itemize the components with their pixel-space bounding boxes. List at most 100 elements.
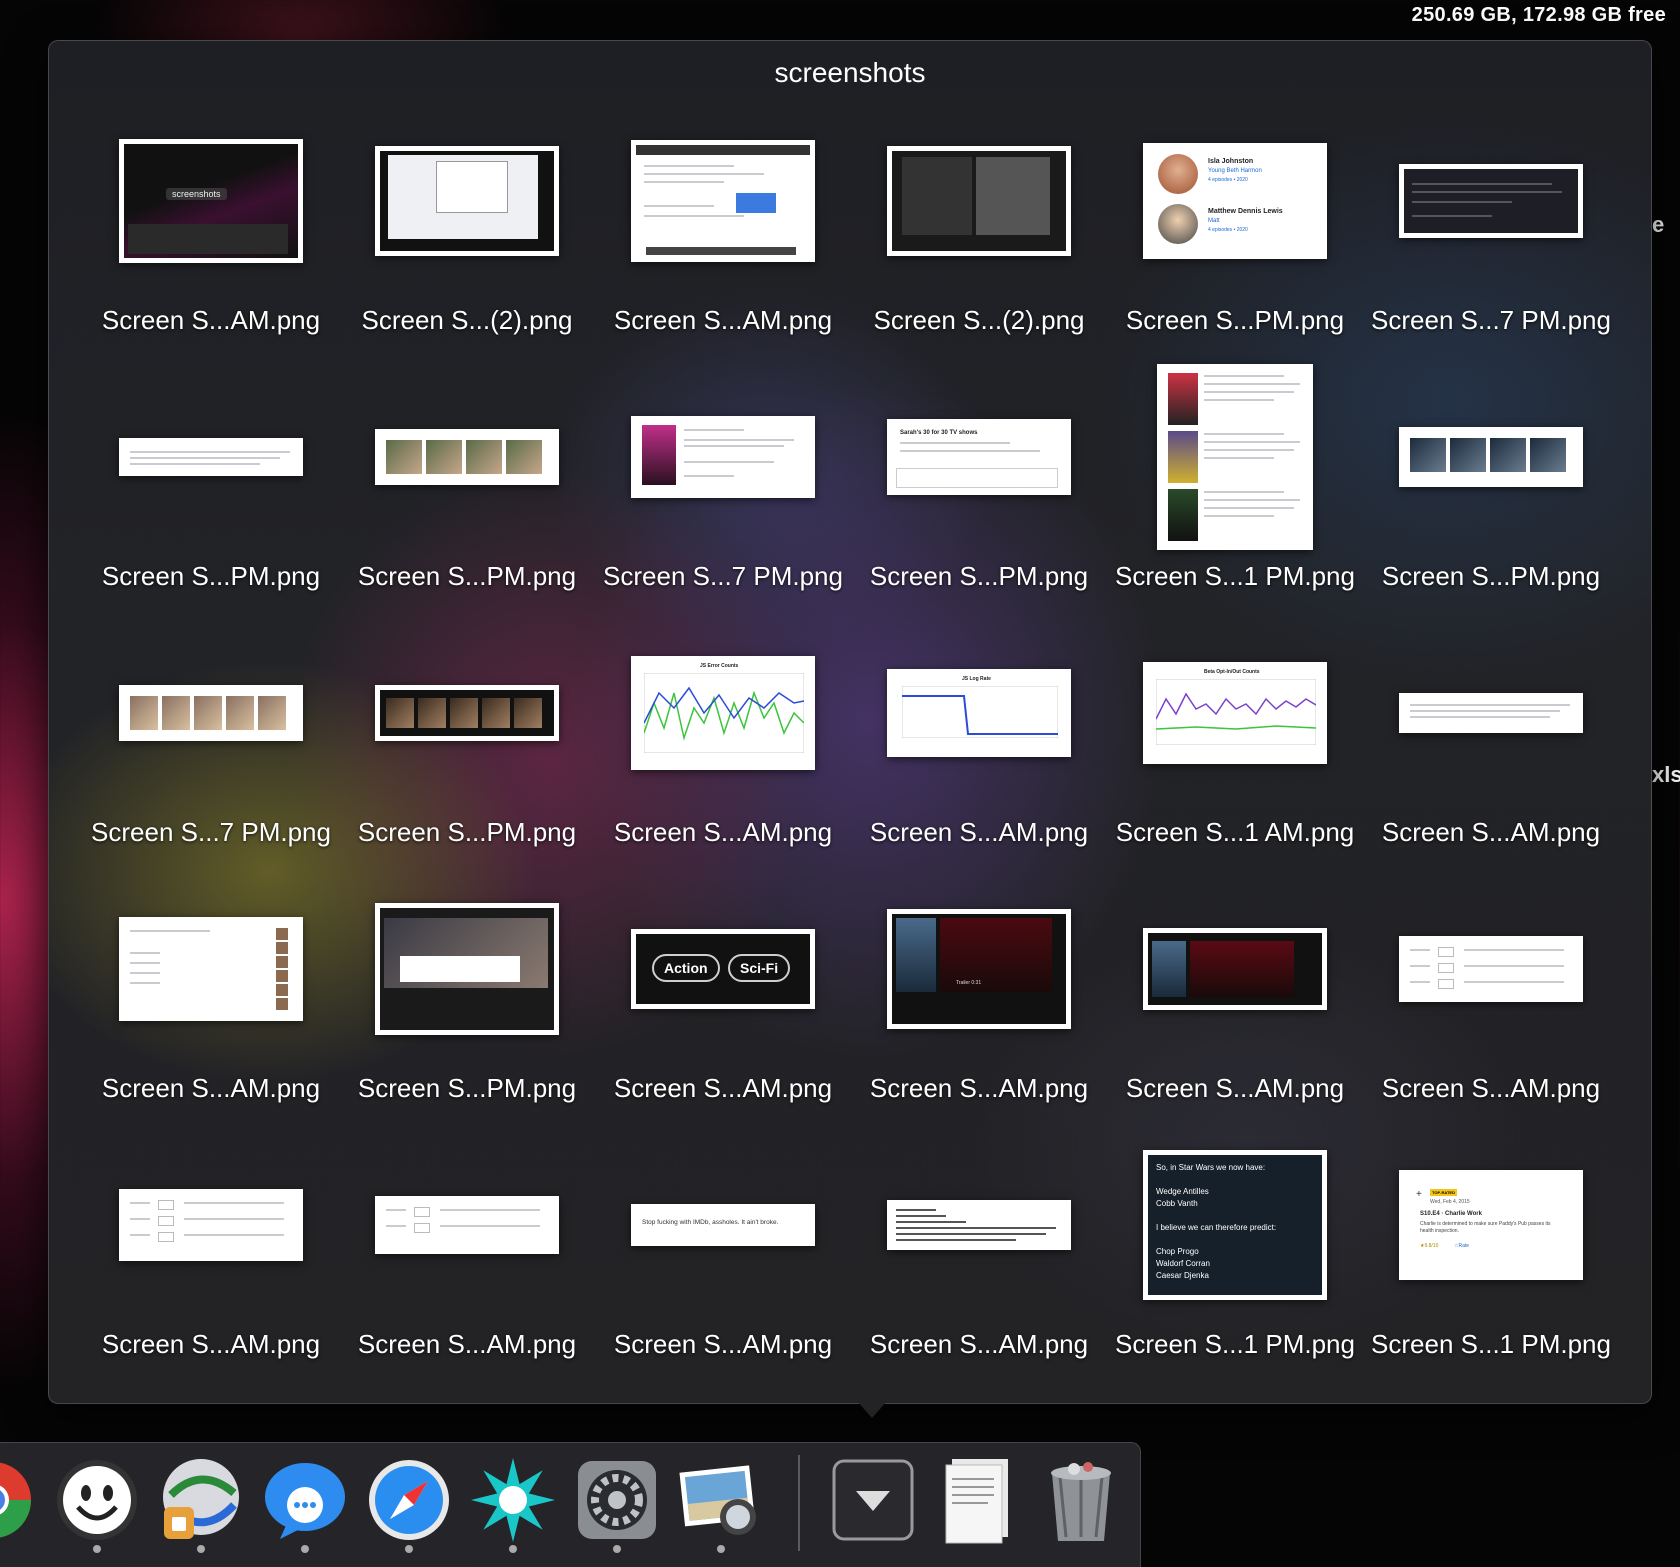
file-name-label[interactable]: Screen S...AM.png	[73, 305, 349, 336]
file-thumbnail[interactable]	[1399, 936, 1583, 1002]
file-thumbnail[interactable]	[1399, 164, 1583, 238]
file-name-label[interactable]: Screen S...AM.png	[841, 1329, 1117, 1360]
file-name-label[interactable]: Screen S...AM.png	[841, 1073, 1117, 1104]
file-name-label[interactable]: Screen S...PM.png	[1097, 305, 1373, 336]
desktop-file-label-partial[interactable]: e	[1652, 212, 1664, 238]
file-name-label[interactable]: Screen S...AM.png	[73, 1329, 349, 1360]
file-thumbnail[interactable]	[375, 685, 559, 741]
file-thumbnail[interactable]	[375, 146, 559, 256]
file-thumbnail[interactable]	[631, 416, 815, 498]
dock-app-preview[interactable]	[676, 1455, 766, 1553]
file-item[interactable]: Screen S...AM.png	[83, 909, 339, 1165]
file-thumbnail[interactable]	[119, 917, 303, 1021]
file-item[interactable]: screenshots Screen S...AM.png	[83, 139, 339, 397]
file-item[interactable]: Screen S...AM.png	[1107, 909, 1363, 1165]
file-thumbnail[interactable]: screenshots	[119, 139, 303, 263]
file-name-label[interactable]: Screen S...PM.png	[1353, 561, 1629, 592]
dock-app-messages[interactable]	[260, 1455, 350, 1553]
file-thumbnail[interactable]: JS Error Counts	[631, 656, 815, 770]
file-name-label[interactable]: Screen S...AM.png	[841, 817, 1117, 848]
dock-stack-downloads[interactable]	[828, 1455, 918, 1545]
file-thumbnail[interactable]	[375, 903, 559, 1035]
file-item[interactable]: Screen S...PM.png	[339, 903, 595, 1165]
dock-app-vpn[interactable]	[156, 1455, 246, 1553]
file-name-label[interactable]: Screen S...PM.png	[329, 1073, 605, 1104]
dock-trash[interactable]	[1036, 1455, 1126, 1545]
file-name-label[interactable]: Screen S...7 PM.png	[1353, 305, 1629, 336]
file-name-label[interactable]: Screen S...AM.png	[329, 1329, 605, 1360]
file-item[interactable]: Screen S...PM.png	[83, 397, 339, 653]
file-name-label[interactable]: Screen S...PM.png	[73, 561, 349, 592]
file-thumbnail[interactable]	[375, 429, 559, 485]
file-thumbnail[interactable]	[1399, 427, 1583, 487]
file-thumbnail[interactable]: JS Log Rate	[887, 669, 1071, 757]
file-item[interactable]: Screen S...PM.png	[339, 653, 595, 909]
file-name-label[interactable]: Screen S...AM.png	[73, 1073, 349, 1104]
file-name-label[interactable]: Screen S...1 PM.png	[1097, 1329, 1373, 1360]
file-item[interactable]: Screen S...(2).png	[851, 141, 1107, 397]
file-name-label[interactable]: Screen S...1 PM.png	[1097, 561, 1373, 592]
file-item[interactable]: Screen S...(2).png	[339, 141, 595, 397]
file-name-label[interactable]: Screen S...AM.png	[1353, 817, 1629, 848]
file-item[interactable]: + TOP-RATED Wed, Feb 4, 2015 S10.E4 · Ch…	[1363, 1165, 1619, 1421]
file-thumbnail[interactable]	[119, 438, 303, 476]
file-thumbnail[interactable]: Action Sci-Fi	[631, 929, 815, 1009]
file-name-label[interactable]: Screen S...1 AM.png	[1097, 817, 1373, 848]
file-thumbnail[interactable]	[1157, 364, 1313, 550]
file-name-label[interactable]: Screen S...PM.png	[329, 561, 605, 592]
dock-app-system-preferences[interactable]	[572, 1455, 662, 1553]
file-thumbnail[interactable]	[119, 685, 303, 741]
file-item[interactable]: Trailer 0:31 Screen S...AM.png	[851, 909, 1107, 1165]
file-thumbnail[interactable]: Stop fucking with IMDb, assholes. It ain…	[631, 1204, 815, 1246]
file-item[interactable]: JS Error Counts Screen S...AM.png	[595, 653, 851, 909]
file-item[interactable]: Screen S...PM.png	[339, 397, 595, 653]
file-thumbnail[interactable]: Isla Johnston Young Beth Harmon 4 episod…	[1143, 143, 1327, 259]
file-name-label[interactable]: Screen S...7 PM.png	[73, 817, 349, 848]
dock-app-smiley[interactable]	[52, 1455, 142, 1553]
file-thumbnail[interactable]	[119, 1189, 303, 1261]
file-item[interactable]: Screen S...AM.png	[1363, 909, 1619, 1165]
file-thumbnail[interactable]: So, in Star Wars we now have: Wedge Anti…	[1143, 1150, 1327, 1300]
file-item[interactable]: Beta Opt-In/Out Counts Screen S...1 AM.p…	[1107, 653, 1363, 909]
file-name-label[interactable]: Screen S...7 PM.png	[585, 561, 861, 592]
file-thumbnail[interactable]	[631, 140, 815, 262]
file-thumbnail[interactable]: Sarah's 30 for 30 TV shows	[887, 419, 1071, 495]
file-item[interactable]: Screen S...AM.png	[1363, 653, 1619, 909]
file-item[interactable]: Screen S...7 PM.png	[595, 397, 851, 653]
file-item[interactable]: Screen S...AM.png	[851, 1165, 1107, 1421]
file-item[interactable]: Stop fucking with IMDb, assholes. It ain…	[595, 1165, 851, 1421]
dock-app-chrome[interactable]	[0, 1455, 38, 1545]
file-item[interactable]: So, in Star Wars we now have: Wedge Anti…	[1107, 1150, 1363, 1421]
file-item[interactable]: Isla Johnston Young Beth Harmon 4 episod…	[1107, 141, 1363, 397]
file-item[interactable]: Screen S...AM.png	[595, 140, 851, 397]
dock-app-safari[interactable]	[364, 1455, 454, 1553]
dock-app-perforce[interactable]	[468, 1455, 558, 1553]
file-name-label[interactable]: Screen S...PM.png	[841, 561, 1117, 592]
file-item[interactable]: Screen S...1 PM.png	[1107, 364, 1363, 653]
file-name-label[interactable]: Screen S...1 PM.png	[1353, 1329, 1629, 1360]
file-item[interactable]: Screen S...7 PM.png	[1363, 141, 1619, 397]
file-name-label[interactable]: Screen S...(2).png	[841, 305, 1117, 336]
dock-stack-documents[interactable]	[932, 1455, 1022, 1545]
file-thumbnail[interactable]: Beta Opt-In/Out Counts	[1143, 662, 1327, 764]
file-item[interactable]: Screen S...PM.png	[1363, 397, 1619, 653]
file-name-label[interactable]: Screen S...AM.png	[585, 1073, 861, 1104]
desktop-file-label-partial[interactable]: xls	[1652, 762, 1680, 788]
file-item[interactable]: Screen S...7 PM.png	[83, 653, 339, 909]
file-thumbnail[interactable]	[1399, 693, 1583, 733]
file-name-label[interactable]: Screen S...AM.png	[1097, 1073, 1373, 1104]
file-item[interactable]: JS Log Rate Screen S...AM.png	[851, 653, 1107, 909]
file-thumbnail[interactable]: Trailer 0:31	[887, 909, 1071, 1029]
file-name-label[interactable]: Screen S...AM.png	[585, 305, 861, 336]
file-item[interactable]: Screen S...AM.png	[339, 1165, 595, 1421]
file-thumbnail[interactable]: + TOP-RATED Wed, Feb 4, 2015 S10.E4 · Ch…	[1399, 1170, 1583, 1280]
file-name-label[interactable]: Screen S...AM.png	[585, 817, 861, 848]
file-thumbnail[interactable]	[1143, 928, 1327, 1010]
file-thumbnail[interactable]	[375, 1196, 559, 1254]
file-item[interactable]: Screen S...AM.png	[83, 1165, 339, 1421]
file-item[interactable]: Action Sci-Fi Screen S...AM.png	[595, 909, 851, 1165]
file-name-label[interactable]: Screen S...PM.png	[329, 817, 605, 848]
file-thumbnail[interactable]	[887, 146, 1071, 256]
file-name-label[interactable]: Screen S...AM.png	[585, 1329, 861, 1360]
file-item[interactable]: Sarah's 30 for 30 TV shows Screen S...PM…	[851, 397, 1107, 653]
